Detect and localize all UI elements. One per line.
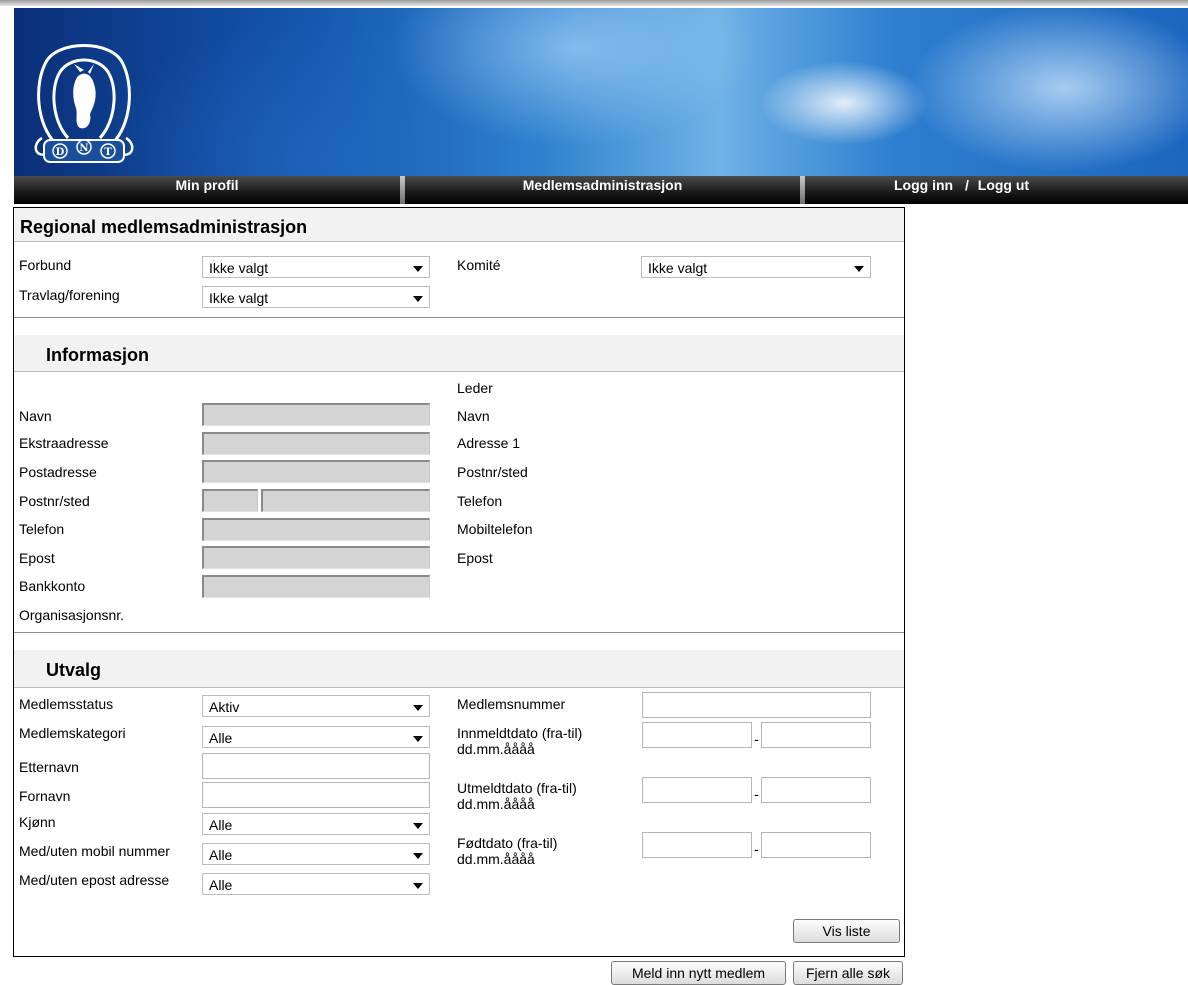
divider [14,317,904,318]
innmeldt-til-input[interactable] [761,722,871,748]
info-epost-field [202,546,430,569]
chevron-down-icon [413,823,423,829]
leder-label-navn: Navn [457,408,490,424]
nav-logg-inn[interactable]: Logg inn [894,177,953,193]
komite-label: Komité [457,257,501,273]
range-separator: - [754,841,759,857]
logo-letter: D [56,147,65,158]
utvalg-heading: Utvalg [14,650,904,688]
chevron-down-icon [854,266,864,272]
medlemsstatus-label: Medlemsstatus [19,696,114,712]
info-label-postnr: Postnr/sted [19,493,90,509]
leder-label-postnr: Postnr/sted [457,464,528,480]
epost-filter-label: Med/uten epost adresse [19,872,170,888]
etternavn-label: Etternavn [19,759,79,775]
header-banner: D N T [14,8,1188,176]
kjonn-label: Kjønn [19,814,56,830]
nav-separator [800,176,805,204]
medlemskategori-select[interactable]: Alle [202,726,430,748]
fornavn-input[interactable] [202,782,430,808]
info-navn-field [202,403,430,426]
info-label-ekstraadresse: Ekstraadresse [19,435,109,451]
logo-letter: T [104,147,112,158]
nav-min-profil[interactable]: Min profil [14,176,400,204]
meld-inn-nytt-medlem-button[interactable]: Meld inn nytt medlem [611,961,786,985]
komite-select[interactable]: Ikke valgt [641,256,871,278]
info-label-navn: Navn [19,408,52,424]
travlag-select[interactable]: Ikke valgt [202,286,430,308]
fodt-til-input[interactable] [761,832,871,858]
page-title: Regional medlemsadministrasjon [14,208,904,242]
informasjon-heading: Informasjon [14,335,904,372]
mobil-select[interactable]: Alle [202,843,430,865]
forbund-label: Forbund [19,257,72,273]
utmeldt-format: dd.mm.åååå [457,796,535,812]
medlemskategori-label: Medlemskategori [19,725,126,741]
chevron-down-icon [413,705,423,711]
leder-heading: Leder [457,380,493,396]
innmeldt-format: dd.mm.åååå [457,741,535,757]
info-sted-field [261,489,430,512]
medlemsnummer-input[interactable] [642,692,871,718]
mobil-label: Med/uten mobil nummer [19,843,170,859]
main-nav: Min profil Medlemsadministrasjon Logg in… [14,176,1188,204]
leder-label-adresse: Adresse 1 [457,435,521,451]
travlag-label: Travlag/forening [19,287,120,303]
logo-letter: N [79,143,88,154]
innmeldt-label: Innmeldtdato (fra-til) [457,725,583,741]
fodt-format: dd.mm.åååå [457,851,535,867]
info-telefon-field [202,518,430,541]
leder-label-mobiltelefon: Mobiltelefon [457,521,533,537]
leder-label-telefon: Telefon [457,493,503,509]
window-top-edge [0,0,1188,6]
info-label-postadresse: Postadresse [19,464,97,480]
member-admin-panel: Regional medlemsadministrasjon Forbund I… [13,207,905,957]
utmeldt-til-input[interactable] [761,777,871,803]
leder-label-epost: Epost [457,550,493,566]
divider [14,632,904,633]
info-ekstraadresse-field [202,432,430,455]
utmeldt-fra-input[interactable] [642,777,752,803]
kjonn-select[interactable]: Alle [202,813,430,835]
medlemsstatus-select[interactable]: Aktiv [202,695,430,717]
info-label-bankkonto: Bankkonto [19,578,86,594]
forbund-select[interactable]: Ikke valgt [202,256,430,278]
chevron-down-icon [413,296,423,302]
nav-auth: Logg inn / Logg ut [894,176,1114,204]
etternavn-input[interactable] [202,753,430,779]
info-label-telefon: Telefon [19,521,65,537]
fornavn-label: Fornavn [19,788,71,804]
info-postadresse-field [202,460,430,483]
epost-filter-select[interactable]: Alle [202,873,430,895]
utmeldt-label: Utmeldtdato (fra-til) [457,780,577,796]
chevron-down-icon [413,266,423,272]
info-bankkonto-field [202,575,430,598]
nav-medlemsadministrasjon[interactable]: Medlemsadministrasjon [405,176,800,204]
fjern-alle-sok-button[interactable]: Fjern alle søk [793,961,903,985]
innmeldt-fra-input[interactable] [642,722,752,748]
nav-logg-ut[interactable]: Logg ut [978,177,1029,193]
chevron-down-icon [413,883,423,889]
range-separator: - [754,731,759,747]
chevron-down-icon [413,853,423,859]
dnt-horseshoe-logo-icon: D N T [34,44,134,163]
info-postnr-field [202,489,258,512]
medlemsnummer-label: Medlemsnummer [457,696,566,712]
info-label-organisasjonsnr: Organisasjonsnr. [19,607,125,623]
info-label-epost: Epost [19,550,55,566]
vis-liste-button[interactable]: Vis liste [793,919,900,943]
fodt-label: Fødtdato (fra-til) [457,835,558,851]
chevron-down-icon [413,736,423,742]
fodt-fra-input[interactable] [642,832,752,858]
nav-slash: / [964,177,969,193]
range-separator: - [754,786,759,802]
